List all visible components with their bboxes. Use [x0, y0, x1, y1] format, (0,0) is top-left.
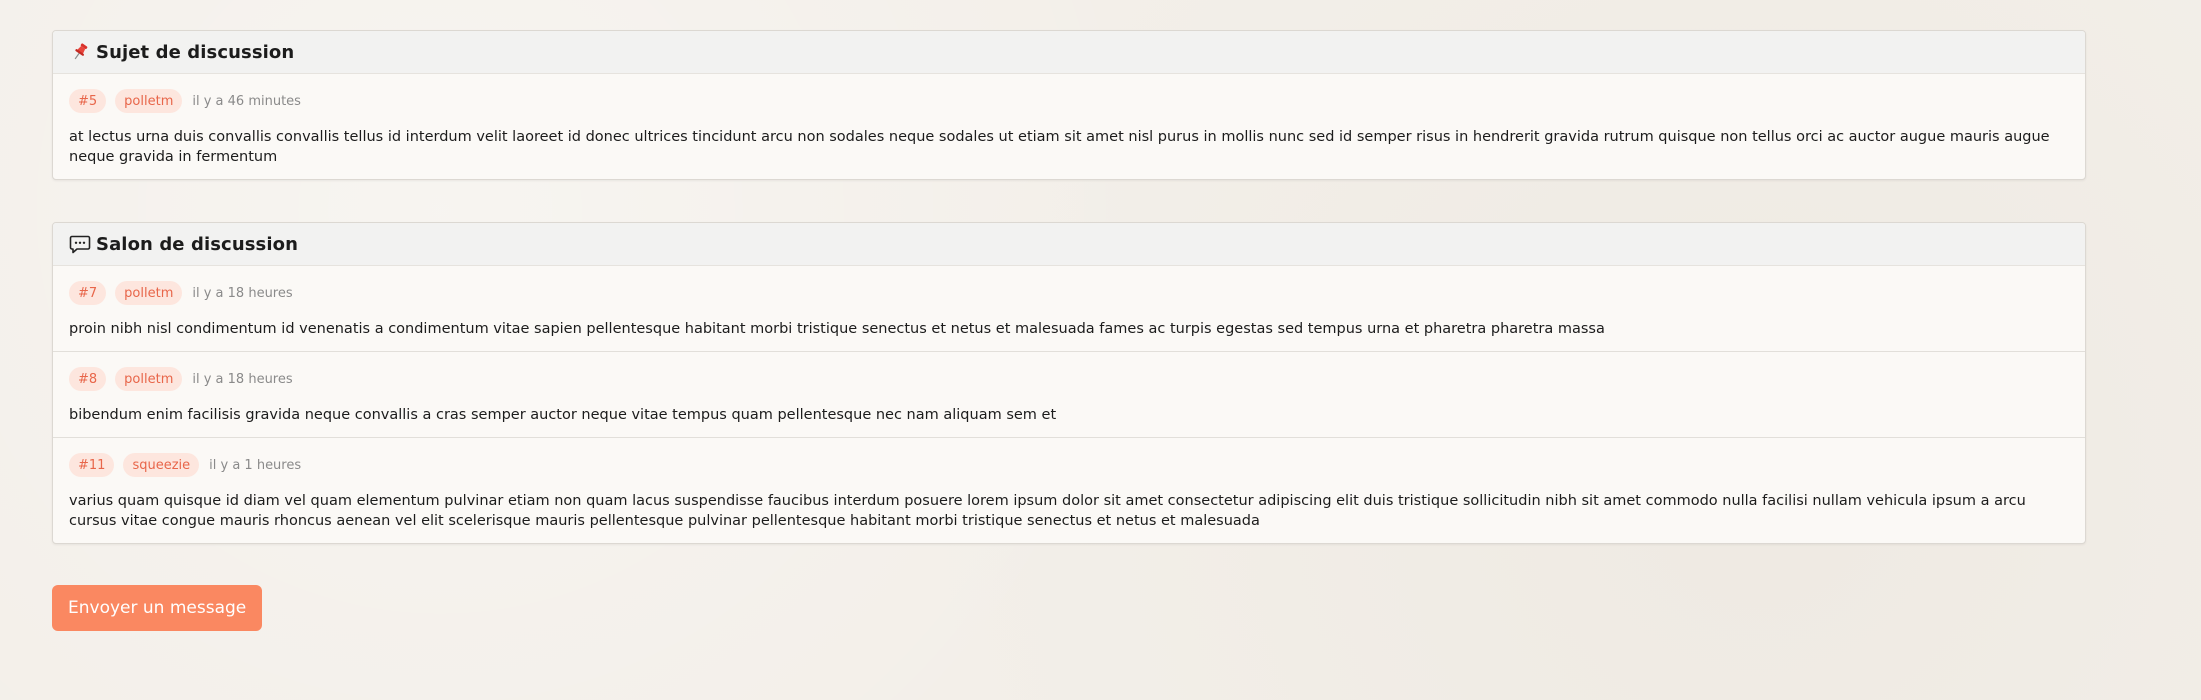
author-badge[interactable]: squeezie [123, 453, 200, 477]
send-message-button[interactable]: Envoyer un message [52, 585, 263, 631]
author-badge[interactable]: polletm [115, 367, 183, 391]
message-meta: #11 squeezie il y a 1 heures [69, 452, 2069, 478]
subject-message: #5 polletm il y a 46 minutes at lectus u… [53, 74, 2085, 179]
author-badge[interactable]: polletm [115, 89, 183, 113]
message-id-badge[interactable]: #11 [69, 453, 115, 477]
message-timestamp: il y a 1 heures [209, 457, 302, 473]
message-meta: #8 polletm il y a 18 heures [69, 366, 2069, 392]
chat-title: Salon de discussion [96, 233, 299, 255]
chat-message: #7 polletm il y a 18 heures proin nibh n… [53, 266, 2085, 352]
chat-message: #11 squeezie il y a 1 heures varius quam… [53, 438, 2085, 543]
message-meta: #7 polletm il y a 18 heures [69, 280, 2069, 306]
message-text: bibendum enim facilisis gravida neque co… [69, 407, 1057, 423]
chat-card-header: Salon de discussion [53, 223, 2085, 266]
chat-card: Salon de discussion #7 polletm il y a 18… [52, 222, 2086, 544]
message-id-badge[interactable]: #7 [69, 281, 107, 305]
subject-card: Sujet de discussion #5 polletm il y a 46… [52, 30, 2086, 180]
message-text: at lectus urna duis convallis convallis … [69, 129, 2050, 165]
message-text: varius quam quisque id diam vel quam ele… [69, 493, 2026, 529]
message-text: proin nibh nisl condimentum id venenatis… [69, 321, 1605, 337]
message-timestamp: il y a 18 heures [192, 285, 293, 301]
message-timestamp: il y a 18 heures [192, 371, 293, 387]
message-id-badge[interactable]: #5 [69, 89, 107, 113]
pushpin-icon [68, 40, 92, 64]
message-timestamp: il y a 46 minutes [192, 93, 301, 109]
author-badge[interactable]: polletm [115, 281, 183, 305]
message-meta: #5 polletm il y a 46 minutes [69, 88, 2069, 114]
chat-message: #8 polletm il y a 18 heures bibendum eni… [53, 352, 2085, 438]
subject-card-header: Sujet de discussion [53, 31, 2085, 74]
subject-title: Sujet de discussion [96, 41, 295, 63]
chat-bubble-icon [68, 232, 92, 256]
message-id-badge[interactable]: #8 [69, 367, 107, 391]
discussion-page: Sujet de discussion #5 polletm il y a 46… [52, 30, 2086, 631]
